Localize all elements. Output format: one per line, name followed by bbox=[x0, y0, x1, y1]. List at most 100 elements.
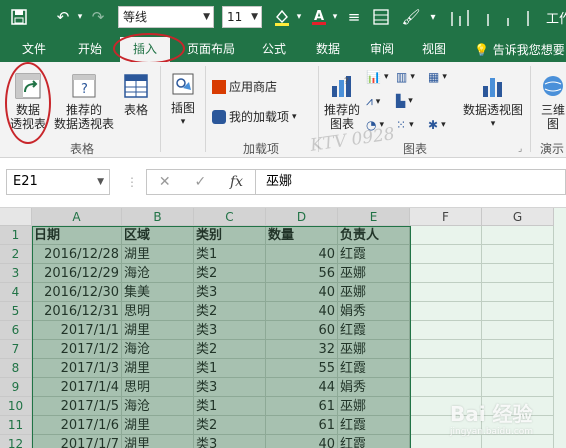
align-icon[interactable]: ≡ bbox=[344, 7, 364, 27]
table-cell[interactable]: 湖里 bbox=[122, 321, 194, 340]
formula-input[interactable]: 巫娜 bbox=[256, 169, 566, 195]
font-name-select[interactable]: 等线 ▼ bbox=[118, 6, 214, 28]
my-addins-button[interactable]: 我的加载项 ▾ bbox=[212, 108, 297, 125]
table-cell[interactable]: 60 bbox=[266, 321, 338, 340]
table-cell[interactable]: 56 bbox=[266, 264, 338, 283]
empty-cell[interactable] bbox=[482, 321, 554, 340]
table-cell[interactable]: 类1 bbox=[194, 397, 266, 416]
table-cell[interactable]: 2017/1/5 bbox=[32, 397, 122, 416]
header-cell[interactable]: 负责人 bbox=[338, 226, 410, 245]
table-cell[interactable]: 类2 bbox=[194, 302, 266, 321]
tab-view[interactable]: 视图 bbox=[414, 39, 454, 61]
map-3d-button[interactable]: 三维 图 bbox=[536, 72, 566, 131]
undo-icon[interactable]: ↶ bbox=[52, 7, 74, 27]
pivot-chart-button[interactable]: 数据透视图 ▾ bbox=[458, 72, 528, 131]
table-cell[interactable]: 55 bbox=[266, 359, 338, 378]
column-header-c[interactable]: C bbox=[194, 208, 266, 226]
table-cell[interactable]: 类3 bbox=[194, 378, 266, 397]
empty-cell[interactable] bbox=[410, 359, 482, 378]
table-cell[interactable]: 湖里 bbox=[122, 416, 194, 435]
table-cell[interactable]: 类1 bbox=[194, 245, 266, 264]
format-painter-icon[interactable]: 🖌 bbox=[400, 7, 422, 27]
column-header-a[interactable]: A bbox=[32, 208, 122, 226]
header-cell[interactable]: 类别 bbox=[194, 226, 266, 245]
table-cell[interactable]: 湖里 bbox=[122, 435, 194, 448]
pie-chart-button[interactable]: ◔ ▾ bbox=[366, 118, 384, 132]
table-cell[interactable]: 集美 bbox=[122, 283, 194, 302]
empty-cell[interactable] bbox=[410, 340, 482, 359]
customize-qat-icon[interactable]: ▾ bbox=[426, 7, 440, 27]
table-cell[interactable]: 巫娜 bbox=[338, 283, 410, 302]
table-cell[interactable]: 类2 bbox=[194, 340, 266, 359]
table-cell[interactable]: 61 bbox=[266, 416, 338, 435]
row-header-7[interactable]: 7 bbox=[0, 340, 32, 359]
table-cell[interactable]: 类2 bbox=[194, 416, 266, 435]
row-header-10[interactable]: 10 bbox=[0, 397, 32, 416]
column-header-f[interactable]: F bbox=[410, 208, 482, 226]
tab-home[interactable]: 开始 bbox=[70, 39, 110, 61]
recommended-charts-button[interactable]: ? 推荐的 图表 bbox=[320, 72, 364, 131]
column-chart-button[interactable]: 📊 ▾ bbox=[366, 70, 388, 84]
tab-file[interactable]: 文件 bbox=[14, 39, 54, 61]
header-cell[interactable]: 日期 bbox=[32, 226, 122, 245]
recommended-pivot-button[interactable]: ? 推荐的 数据透视表 bbox=[52, 72, 116, 131]
table-cell[interactable]: 思明 bbox=[122, 378, 194, 397]
save-icon[interactable] bbox=[8, 7, 30, 27]
statistic-chart-button[interactable]: ▦ ▾ bbox=[428, 70, 447, 84]
format-table-icon[interactable] bbox=[370, 7, 392, 27]
table-cell[interactable]: 海沧 bbox=[122, 397, 194, 416]
redo-icon[interactable]: ↷ bbox=[88, 7, 108, 27]
empty-cell[interactable] bbox=[482, 302, 554, 321]
tab-page-layout[interactable]: 页面布局 bbox=[180, 39, 242, 61]
column-header-e[interactable]: E bbox=[338, 208, 410, 226]
table-cell[interactable]: 巫娜 bbox=[338, 340, 410, 359]
empty-cell[interactable] bbox=[410, 226, 482, 245]
table-cell[interactable]: 2017/1/7 bbox=[32, 435, 122, 448]
table-cell[interactable]: 2017/1/4 bbox=[32, 378, 122, 397]
empty-cell[interactable] bbox=[482, 340, 554, 359]
table-cell[interactable]: 2016/12/31 bbox=[32, 302, 122, 321]
table-cell[interactable]: 红霞 bbox=[338, 435, 410, 448]
illustrations-button[interactable]: 插图 ▾ bbox=[164, 70, 202, 129]
table-cell[interactable]: 2016/12/29 bbox=[32, 264, 122, 283]
table-cell[interactable]: 红霞 bbox=[338, 416, 410, 435]
tab-formulas[interactable]: 公式 bbox=[254, 39, 294, 61]
empty-cell[interactable] bbox=[410, 283, 482, 302]
table-cell[interactable]: 2016/12/28 bbox=[32, 245, 122, 264]
table-cell[interactable]: 海沧 bbox=[122, 340, 194, 359]
table-cell[interactable]: 类2 bbox=[194, 264, 266, 283]
table-cell[interactable]: 娟秀 bbox=[338, 378, 410, 397]
table-cell[interactable]: 湖里 bbox=[122, 245, 194, 264]
empty-cell[interactable] bbox=[482, 264, 554, 283]
insert-function-icon[interactable]: fx bbox=[230, 174, 243, 190]
column-header-b[interactable]: B bbox=[122, 208, 194, 226]
empty-cell[interactable] bbox=[482, 226, 554, 245]
chevron-down-icon[interactable]: ▾ bbox=[294, 7, 304, 27]
empty-cell[interactable] bbox=[410, 321, 482, 340]
cancel-icon[interactable]: ✕ bbox=[159, 174, 171, 190]
enter-icon[interactable]: ✓ bbox=[194, 174, 206, 190]
empty-cell[interactable] bbox=[482, 283, 554, 302]
chevron-down-icon[interactable]: ▾ bbox=[330, 7, 340, 27]
table-cell[interactable]: 40 bbox=[266, 435, 338, 448]
table-cell[interactable]: 娟秀 bbox=[338, 302, 410, 321]
empty-cell[interactable] bbox=[482, 245, 554, 264]
table-cell[interactable]: 2016/12/30 bbox=[32, 283, 122, 302]
font-size-select[interactable]: 11 ▼ bbox=[222, 6, 262, 28]
fill-color-icon[interactable] bbox=[270, 7, 294, 27]
line-chart-button[interactable]: ⩘ ▾ bbox=[366, 94, 380, 109]
store-button[interactable]: 应用商店 bbox=[212, 78, 277, 95]
empty-cell[interactable] bbox=[410, 264, 482, 283]
table-cell[interactable]: 类3 bbox=[194, 435, 266, 448]
table-cell[interactable]: 44 bbox=[266, 378, 338, 397]
table-cell[interactable]: 类1 bbox=[194, 359, 266, 378]
empty-cell[interactable] bbox=[410, 302, 482, 321]
table-cell[interactable]: 类3 bbox=[194, 321, 266, 340]
header-cell[interactable]: 区域 bbox=[122, 226, 194, 245]
row-header-1[interactable]: 1 bbox=[0, 226, 32, 245]
empty-cell[interactable] bbox=[410, 378, 482, 397]
table-cell[interactable]: 40 bbox=[266, 245, 338, 264]
row-header-4[interactable]: 4 bbox=[0, 283, 32, 302]
scatter-chart-button[interactable]: ⁙ ▾ bbox=[396, 118, 414, 132]
table-cell[interactable]: 红霞 bbox=[338, 321, 410, 340]
